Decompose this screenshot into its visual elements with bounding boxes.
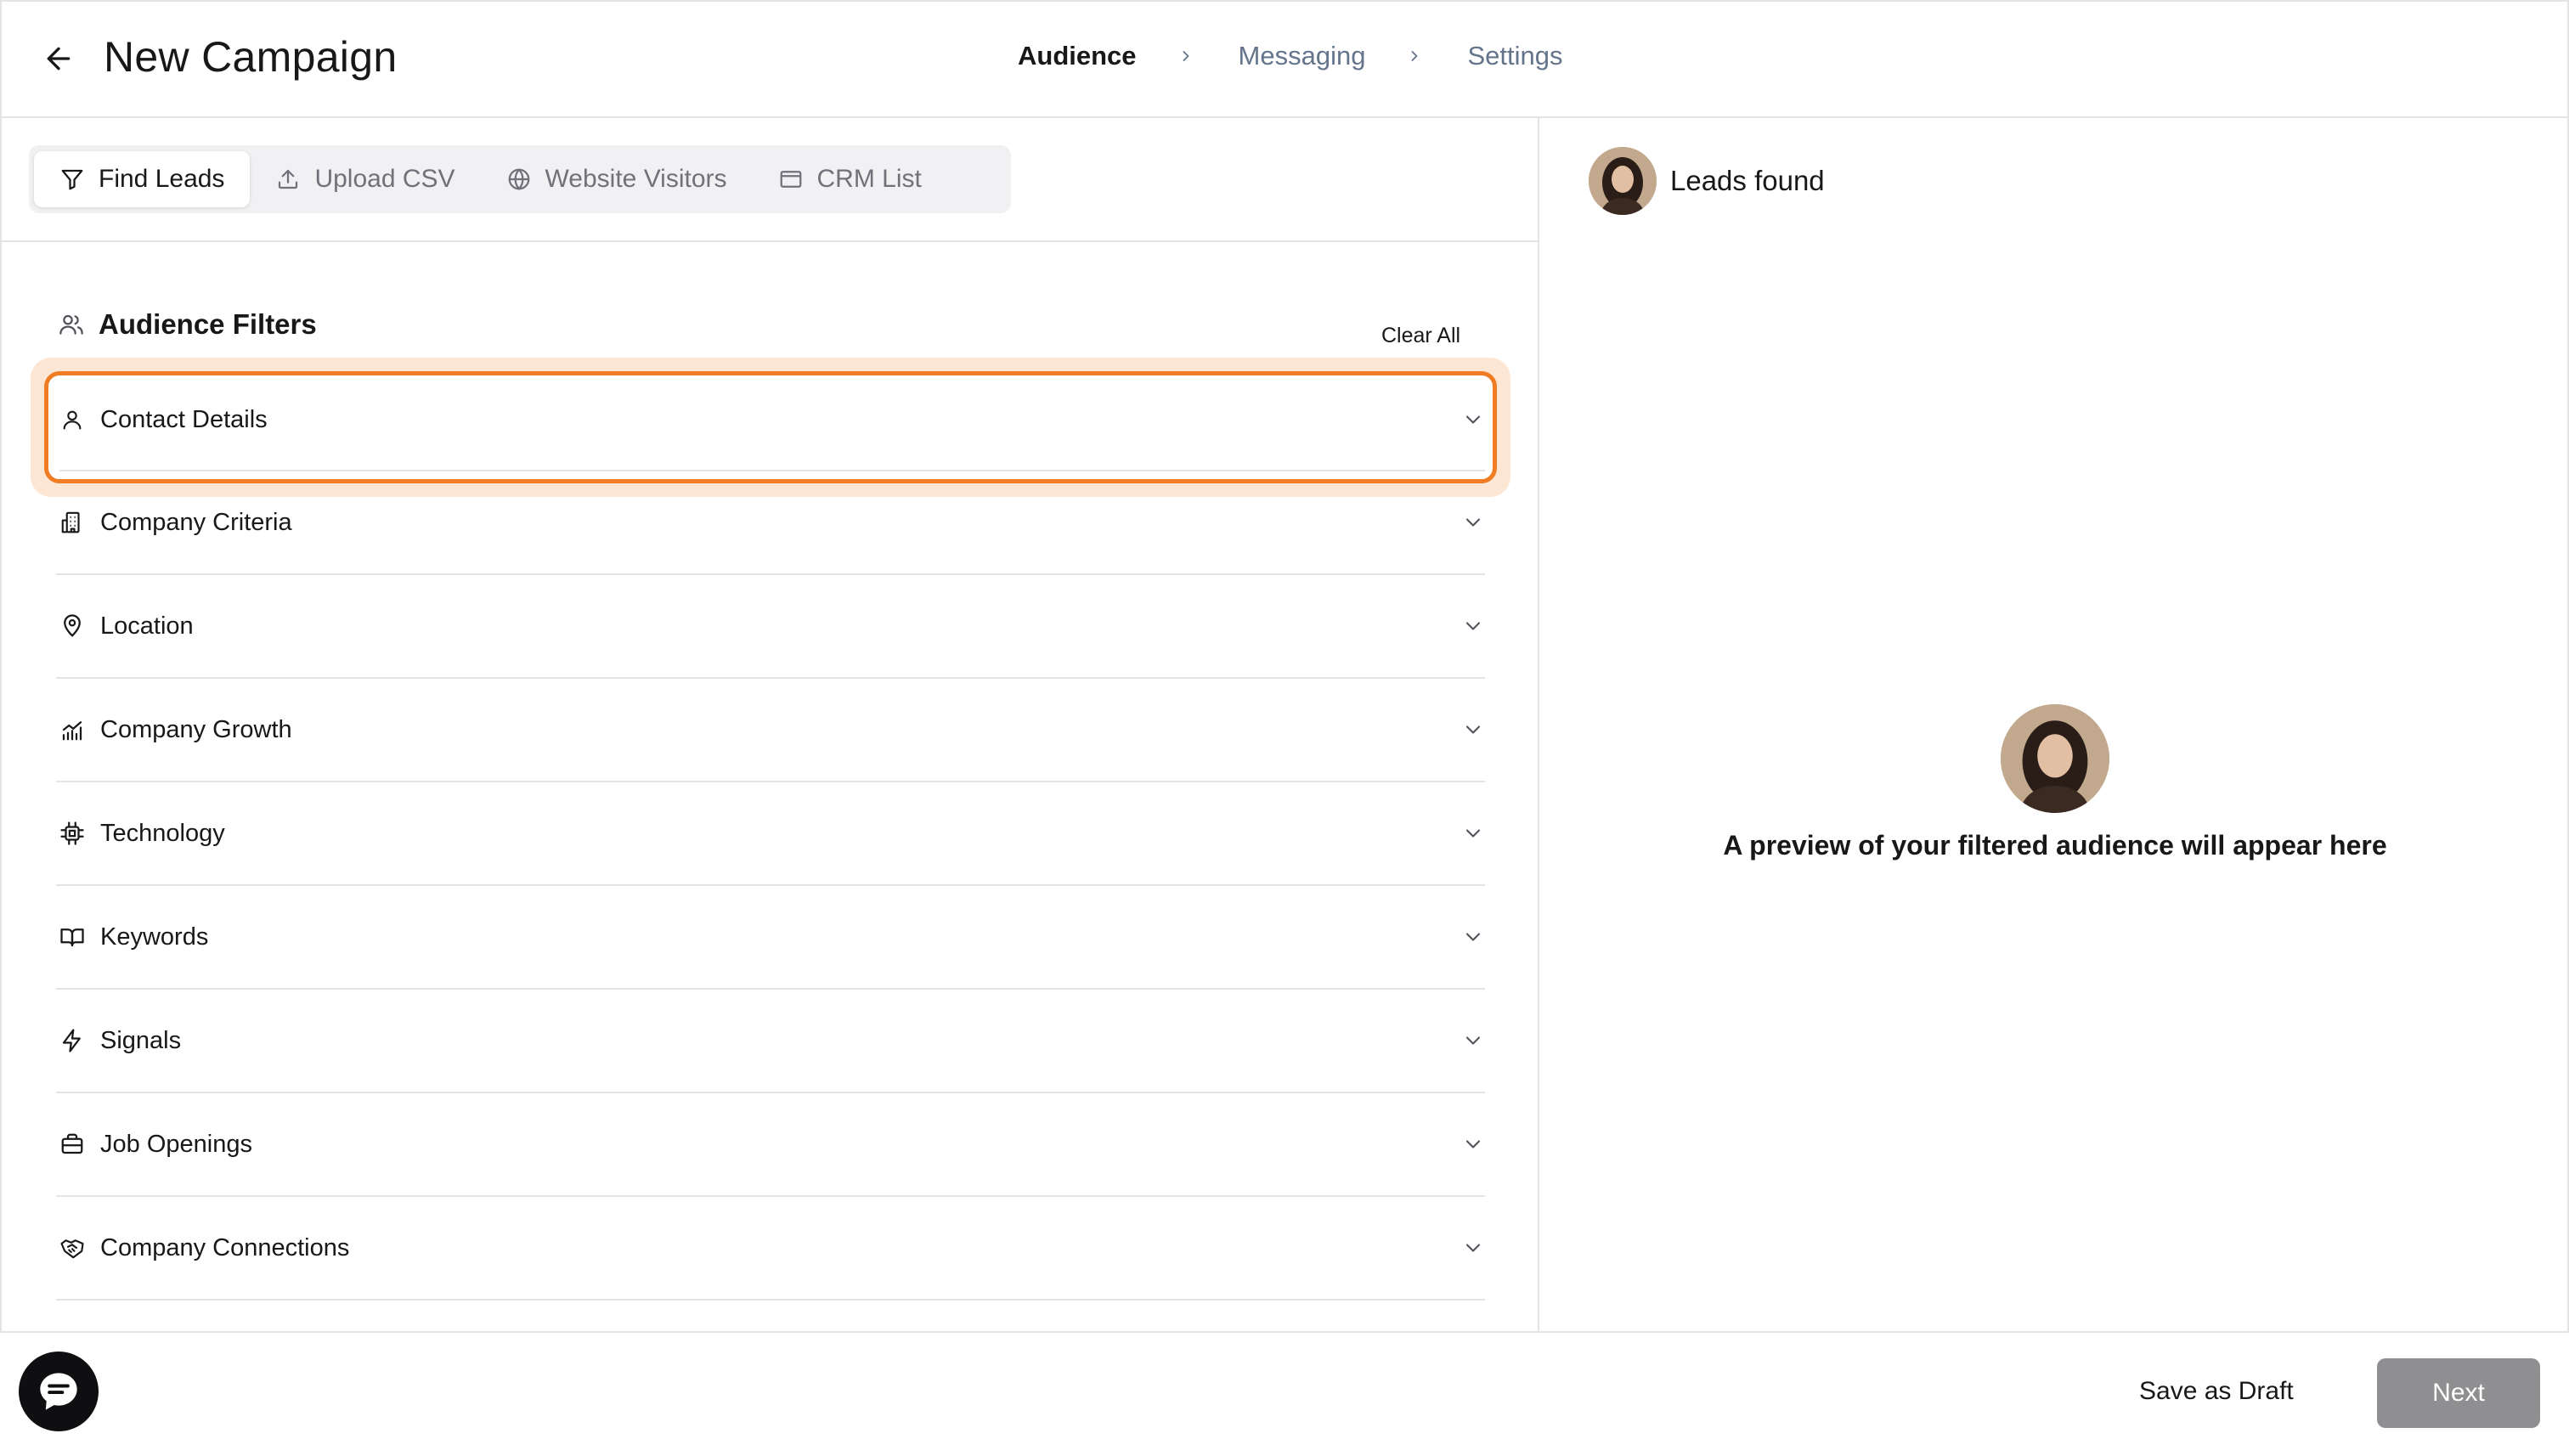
briefcase-icon <box>58 1130 87 1159</box>
tab-crm-list[interactable]: CRM List <box>753 151 947 207</box>
chevron-down-icon <box>1465 518 1481 527</box>
tab-label: Find Leads <box>99 165 225 193</box>
filter-label: Technology <box>100 819 225 847</box>
arrow-left-icon <box>47 47 71 71</box>
filter-icon <box>61 169 83 190</box>
filter-contact-details[interactable]: Contact Details <box>31 358 1510 497</box>
chip-icon <box>58 819 87 848</box>
filter-company-criteria[interactable]: Company Criteria <box>56 471 1485 575</box>
tab-label: Upload CSV <box>314 165 455 193</box>
handshake-icon <box>58 1233 87 1262</box>
chevron-down-icon <box>1465 933 1481 941</box>
back-button[interactable] <box>37 37 80 80</box>
tab-find-leads[interactable]: Find Leads <box>34 151 251 207</box>
stepper: Audience Messaging Settings <box>1018 41 1562 71</box>
filter-keywords[interactable]: Keywords <box>56 886 1485 990</box>
chevron-right-icon <box>1406 48 1423 65</box>
chevron-down-icon <box>1465 1244 1481 1252</box>
source-tabs: Find Leads Upload CSV Website Visitors C… <box>29 145 1011 213</box>
header: New Campaign Audience Messaging Settings <box>0 0 2569 118</box>
filter-signals[interactable]: Signals <box>56 990 1485 1093</box>
browser-window-icon <box>780 171 801 188</box>
save-draft-button[interactable]: Save as Draft <box>2139 1377 2294 1406</box>
next-button[interactable]: Next <box>2377 1358 2540 1428</box>
step-audience[interactable]: Audience <box>1018 41 1137 71</box>
chevron-down-icon <box>1465 1140 1481 1148</box>
filter-label: Contact Details <box>100 405 268 433</box>
footer: Save as Draft Next <box>0 1331 2569 1456</box>
chevron-down-icon <box>1465 725 1481 734</box>
lightning-icon <box>58 1026 87 1055</box>
chevron-right-icon <box>1177 48 1194 65</box>
user-icon <box>58 405 87 434</box>
leads-found-label: Leads found <box>1670 165 1825 196</box>
filter-technology[interactable]: Technology <box>56 782 1485 886</box>
chevron-down-icon <box>1465 829 1481 838</box>
audience-panel: Find Leads Upload CSV Website Visitors C… <box>0 118 1539 1331</box>
filter-location[interactable]: Location <box>56 575 1485 679</box>
filter-job-openings[interactable]: Job Openings <box>56 1093 1485 1197</box>
chevron-down-icon <box>1465 415 1481 424</box>
globe-icon <box>508 168 529 190</box>
clear-all-button[interactable]: Clear All <box>1381 324 1460 348</box>
chat-button[interactable] <box>19 1352 99 1431</box>
filters-title: Audience Filters <box>99 308 317 340</box>
filter-company-growth[interactable]: Company Growth <box>56 679 1485 782</box>
leads-found-header: Leads found <box>1589 147 1825 215</box>
chevron-down-icon <box>1465 1036 1481 1045</box>
preview-message: A preview of your filtered audience will… <box>1723 830 2387 861</box>
chevron-down-icon <box>1465 622 1481 630</box>
tab-website-visitors[interactable]: Website Visitors <box>481 151 753 207</box>
filter-label: Company Criteria <box>100 508 292 536</box>
filter-label: Company Connections <box>100 1233 350 1261</box>
filter-company-connections[interactable]: Company Connections <box>56 1197 1485 1301</box>
page-title: New Campaign <box>104 33 398 81</box>
preview-panel: Leads found A preview of your filtered a… <box>1541 118 2569 1331</box>
growth-chart-icon <box>58 715 87 744</box>
avatar <box>1589 147 1657 215</box>
filter-list: Contact Details Company Criteria Locatio… <box>31 358 1510 1301</box>
empty-preview: A preview of your filtered audience will… <box>1541 704 2569 861</box>
tab-label: CRM List <box>816 165 922 193</box>
step-settings[interactable]: Settings <box>1467 41 1562 71</box>
tab-upload-csv[interactable]: Upload CSV <box>250 151 480 207</box>
avatar <box>2001 704 2109 813</box>
chat-bubble-icon <box>40 1373 77 1410</box>
step-messaging[interactable]: Messaging <box>1239 41 1366 71</box>
book-icon <box>58 923 87 951</box>
users-icon <box>59 314 83 335</box>
filter-label: Job Openings <box>100 1130 252 1158</box>
filter-label: Signals <box>100 1026 182 1054</box>
filter-label: Keywords <box>100 923 209 951</box>
filter-label: Company Growth <box>100 715 292 743</box>
source-tabs-bar: Find Leads Upload CSV Website Visitors C… <box>0 118 1538 242</box>
upload-icon <box>279 169 298 189</box>
tab-label: Website Visitors <box>545 165 727 193</box>
map-pin-icon <box>58 612 87 641</box>
filter-label: Location <box>100 612 194 640</box>
filters-header: Audience Filters <box>58 308 317 341</box>
building-icon <box>58 508 87 537</box>
